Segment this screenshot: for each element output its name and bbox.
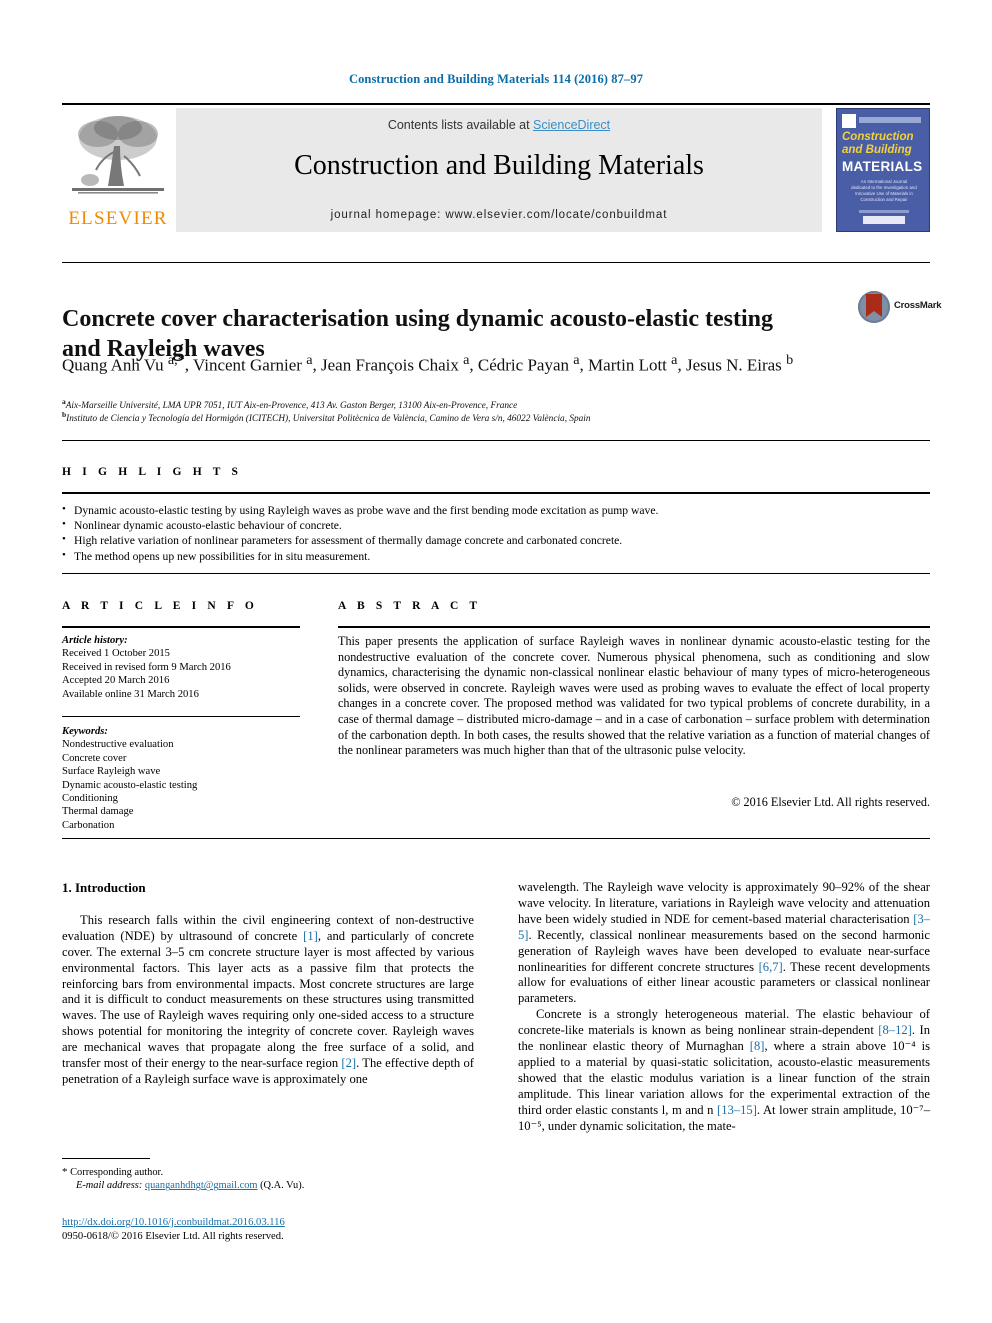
body-column-right: wavelength. The Rayleigh wave velocity i… [518, 880, 930, 1135]
highlight-item: Nonlinear dynamic acousto-elastic behavi… [62, 517, 930, 533]
elsevier-wordmark: ELSEVIER [68, 208, 168, 229]
history-item: Received 1 October 2015 [62, 648, 170, 660]
cover-rule [859, 117, 921, 123]
crossmark-circle-icon [858, 291, 890, 323]
journal-band: Contents lists available at ScienceDirec… [176, 108, 822, 232]
corresponding-author-text: Corresponding author. [70, 1167, 164, 1178]
article-history: Article history: Received 1 October 2015… [62, 634, 302, 701]
highlights-divider [62, 492, 930, 494]
email-note: E-mail address: quanganhdhgt@gmail.com (… [62, 1179, 474, 1192]
keyword-item: Dynamic acousto-elastic testing [62, 779, 198, 791]
keywords-label: Keywords: [62, 726, 108, 737]
cover-title-line3: MATERIALS [842, 159, 923, 174]
article-info-heading: A R T I C L E I N F O [62, 600, 258, 612]
keyword-item: Carbonation [62, 819, 115, 831]
journal-title: Construction and Building Materials [294, 150, 704, 181]
sciencedirect-link[interactable]: ScienceDirect [533, 118, 610, 132]
body-paragraph: wavelength. The Rayleigh wave velocity i… [518, 880, 930, 1006]
doi-link[interactable]: http://dx.doi.org/10.1016/j.conbuildmat.… [62, 1217, 285, 1228]
cover-title-line1: Construction [842, 131, 914, 143]
affiliation-b-text: Instituto de Ciencia y Tecnología del Ho… [66, 414, 591, 425]
issn-copyright: 0950-0618/© 2016 Elsevier Ltd. All right… [62, 1231, 284, 1242]
keywords-block: Keywords: Nondestructive evaluation Conc… [62, 725, 302, 832]
highlights-heading: H I G H L I G H T S [62, 466, 243, 478]
article-history-label: Article history: [62, 635, 128, 646]
keyword-item: Thermal damage [62, 806, 134, 818]
keyword-item: Surface Rayleigh wave [62, 766, 161, 778]
title-divider [62, 262, 930, 263]
keyword-item: Conditioning [62, 793, 118, 805]
elsevier-tree-icon [72, 116, 164, 194]
cover-barcode-icon [842, 114, 856, 128]
cover-footer-rule [859, 210, 909, 213]
contents-line: Contents lists available at ScienceDirec… [176, 118, 822, 132]
abstract-text: This paper presents the application of s… [338, 634, 930, 758]
abstract-divider [338, 626, 930, 628]
body-divider [62, 838, 930, 839]
footnote-divider [62, 1158, 150, 1159]
body-column-left: 1. Introduction This research falls with… [62, 880, 474, 1088]
affiliation-b: bInstituto de Ciencia y Tecnología del H… [62, 409, 932, 425]
body-paragraph: This research falls within the civil eng… [62, 912, 474, 1086]
journal-homepage[interactable]: journal homepage: www.elsevier.com/locat… [176, 209, 822, 221]
highlights-bottom-divider [62, 573, 930, 574]
article-info-divider [62, 626, 300, 628]
abstract-heading: A B S T R A C T [338, 600, 482, 612]
section-heading-introduction: 1. Introduction [62, 880, 146, 895]
paper-page: Construction and Building Materials 114 … [0, 0, 992, 1323]
body-paragraph: Concrete is a strongly heterogeneous mat… [518, 1007, 930, 1133]
email-owner: (Q.A. Vu). [260, 1180, 305, 1192]
asterisk-icon: * [62, 1166, 68, 1178]
keyword-item: Concrete cover [62, 752, 127, 764]
journal-masthead: ELSEVIER Contents lists available at Sci… [62, 103, 930, 233]
keyword-item: Nondestructive evaluation [62, 739, 174, 751]
elsevier-logo: ELSEVIER [62, 108, 174, 232]
journal-cover-thumbnail: Construction and Building MATERIALS An I… [836, 108, 930, 232]
author-list: Quang Anh Vu a,*, Vincent Garnier a, Jea… [62, 352, 794, 375]
corresponding-author-note: * Corresponding author. [62, 1166, 474, 1179]
abstract-copyright: © 2016 Elsevier Ltd. All rights reserved… [731, 795, 930, 809]
running-head: Construction and Building Materials 114 … [348, 72, 644, 86]
email-label: E-mail address: [76, 1180, 143, 1192]
history-item: Accepted 20 March 2016 [62, 675, 170, 687]
email-link[interactable]: quanganhdhgt@gmail.com [145, 1180, 258, 1191]
highlights-list: Dynamic acousto-elastic testing by using… [62, 502, 930, 564]
cover-title-line2: and Building [842, 144, 912, 156]
contents-prefix: Contents lists available at [387, 118, 534, 132]
crossmark-badge[interactable]: CrossMark [858, 291, 942, 325]
cover-subtitle: An International Journal dedicated to th… [851, 179, 917, 202]
footnote-block: * Corresponding author. E-mail address: … [62, 1166, 474, 1193]
highlight-item: Dynamic acousto-elastic testing by using… [62, 502, 930, 518]
keywords-divider [62, 716, 300, 717]
crossmark-bookmark-icon [866, 294, 882, 317]
history-item: Received in revised form 9 March 2016 [62, 661, 231, 673]
highlight-item: The method opens up new possibilities fo… [62, 548, 930, 564]
crossmark-label: CrossMark [894, 300, 942, 311]
cover-footer-logo [863, 216, 905, 224]
highlights-top-divider [62, 440, 930, 441]
history-item: Available online 31 March 2016 [62, 688, 199, 700]
highlight-item: High relative variation of nonlinear par… [62, 532, 930, 548]
